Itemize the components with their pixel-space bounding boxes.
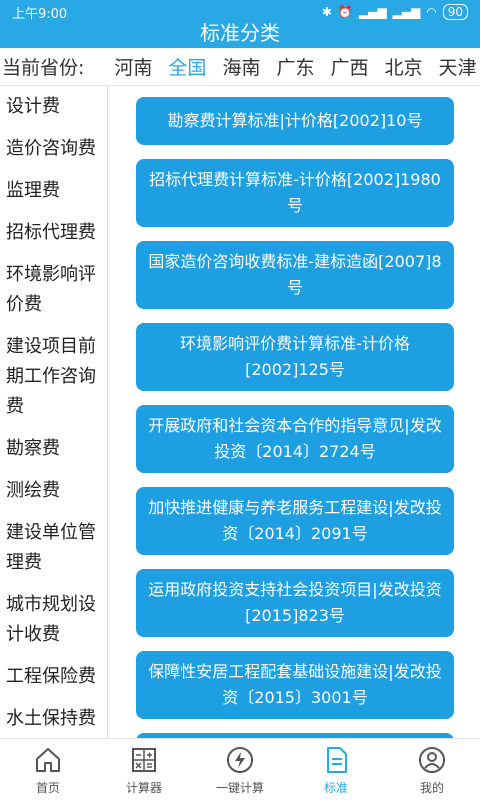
home-icon [31,743,65,777]
tab-label: 计算器 [125,781,162,795]
standard-card[interactable]: 国家造价咨询收费标准-建标造函[2007]8号 [136,241,454,309]
bottom-tab-bar: 首页 计算器 一键计算 标准 我的 [0,738,480,800]
sidebar-item[interactable]: 造价咨询费 [0,128,107,170]
sidebar-item[interactable]: 勘察费 [0,428,107,470]
standard-card[interactable]: 保障性安居工程配套基础设施建设|发改投资〔2015〕3001号 [136,651,454,719]
document-icon [319,743,353,777]
tab-quick-calc[interactable]: 一键计算 [192,739,288,800]
tab-standards[interactable]: 标准 [288,739,384,800]
lightning-icon [223,743,257,777]
province-item[interactable]: 海南 [222,53,260,80]
standard-card[interactable]: 勘察费计算标准|计价格[2002]10号 [136,97,454,145]
standard-card[interactable]: 环境影响评价费计算标准-计价格[2002]125号 [136,323,454,391]
battery-indicator: 90 [442,4,468,20]
province-item[interactable]: 广东 [276,53,314,80]
sidebar-item[interactable]: 设计费 [0,86,107,128]
sidebar-item[interactable]: 建设单位管理费 [0,512,107,584]
status-icons: ✱ ⏰ ▂▄▆ ▂▄▆ ◠ 90 [322,4,468,20]
tab-home[interactable]: 首页 [0,739,96,800]
standard-card[interactable]: 招标代理费计算标准-计价格[2002]1980号 [136,159,454,227]
tab-calculator[interactable]: 计算器 [96,739,192,800]
sidebar-item[interactable]: 工程保险费 [0,656,107,698]
signal-icon: ▂▄▆ [358,5,387,19]
tab-label: 我的 [419,781,444,795]
province-item[interactable]: 天津 [439,53,477,80]
tab-label: 一键计算 [215,781,264,795]
wifi-icon: ◠ [426,5,437,19]
bluetooth-icon: ✱ [321,5,332,19]
sidebar-item[interactable]: 建设项目前期工作咨询费 [0,326,107,428]
tab-label: 标准 [323,781,348,795]
province-item[interactable]: 北京 [384,53,422,80]
sidebar-item[interactable]: 城市规划设计收费 [0,584,107,656]
province-bar: 当前省份: 河南 全国 海南 广东 广西 北京 天津 [0,48,480,86]
alarm-icon: ⏰ [337,5,353,19]
tab-label: 首页 [35,781,60,795]
sidebar-item[interactable]: 测绘费 [0,470,107,512]
status-time: 上午9:00 [12,6,68,22]
signal-icon-2: ▂▄▆ [392,5,421,19]
standard-card[interactable]: 加快推进健康与养老服务工程建设|发改投资〔2014〕2091号 [136,487,454,555]
sidebar-item[interactable]: 监理费 [0,170,107,212]
user-icon [415,743,449,777]
sidebar-item[interactable]: 招标代理费 [0,212,107,254]
standards-list: 勘察费计算标准|计价格[2002]10号 招标代理费计算标准-计价格[2002]… [108,86,480,738]
sidebar-item[interactable]: 水土保持费 [0,698,107,738]
calculator-icon [127,743,161,777]
page-title: 标准分类 [200,21,280,45]
category-sidebar: 设计费 造价咨询费 监理费 招标代理费 环境影响评价费 建设项目前期工作咨询费 … [0,86,108,738]
tab-profile[interactable]: 我的 [384,739,480,800]
standard-card[interactable]: 开展政府和社会资本合作的指导意见|发改投资〔2014〕2724号 [136,405,454,473]
province-item[interactable]: 河南 [114,53,152,80]
province-item-active[interactable]: 全国 [168,53,206,80]
app-header: 上午9:00 ✱ ⏰ ▂▄▆ ▂▄▆ ◠ 90 标准分类 [0,0,480,48]
standard-card[interactable]: 运用政府投资支持社会投资项目|发改投资[2015]823号 [136,569,454,637]
sidebar-item[interactable]: 环境影响评价费 [0,254,107,326]
province-label: 当前省份: [2,57,85,79]
province-item[interactable]: 广西 [330,53,368,80]
